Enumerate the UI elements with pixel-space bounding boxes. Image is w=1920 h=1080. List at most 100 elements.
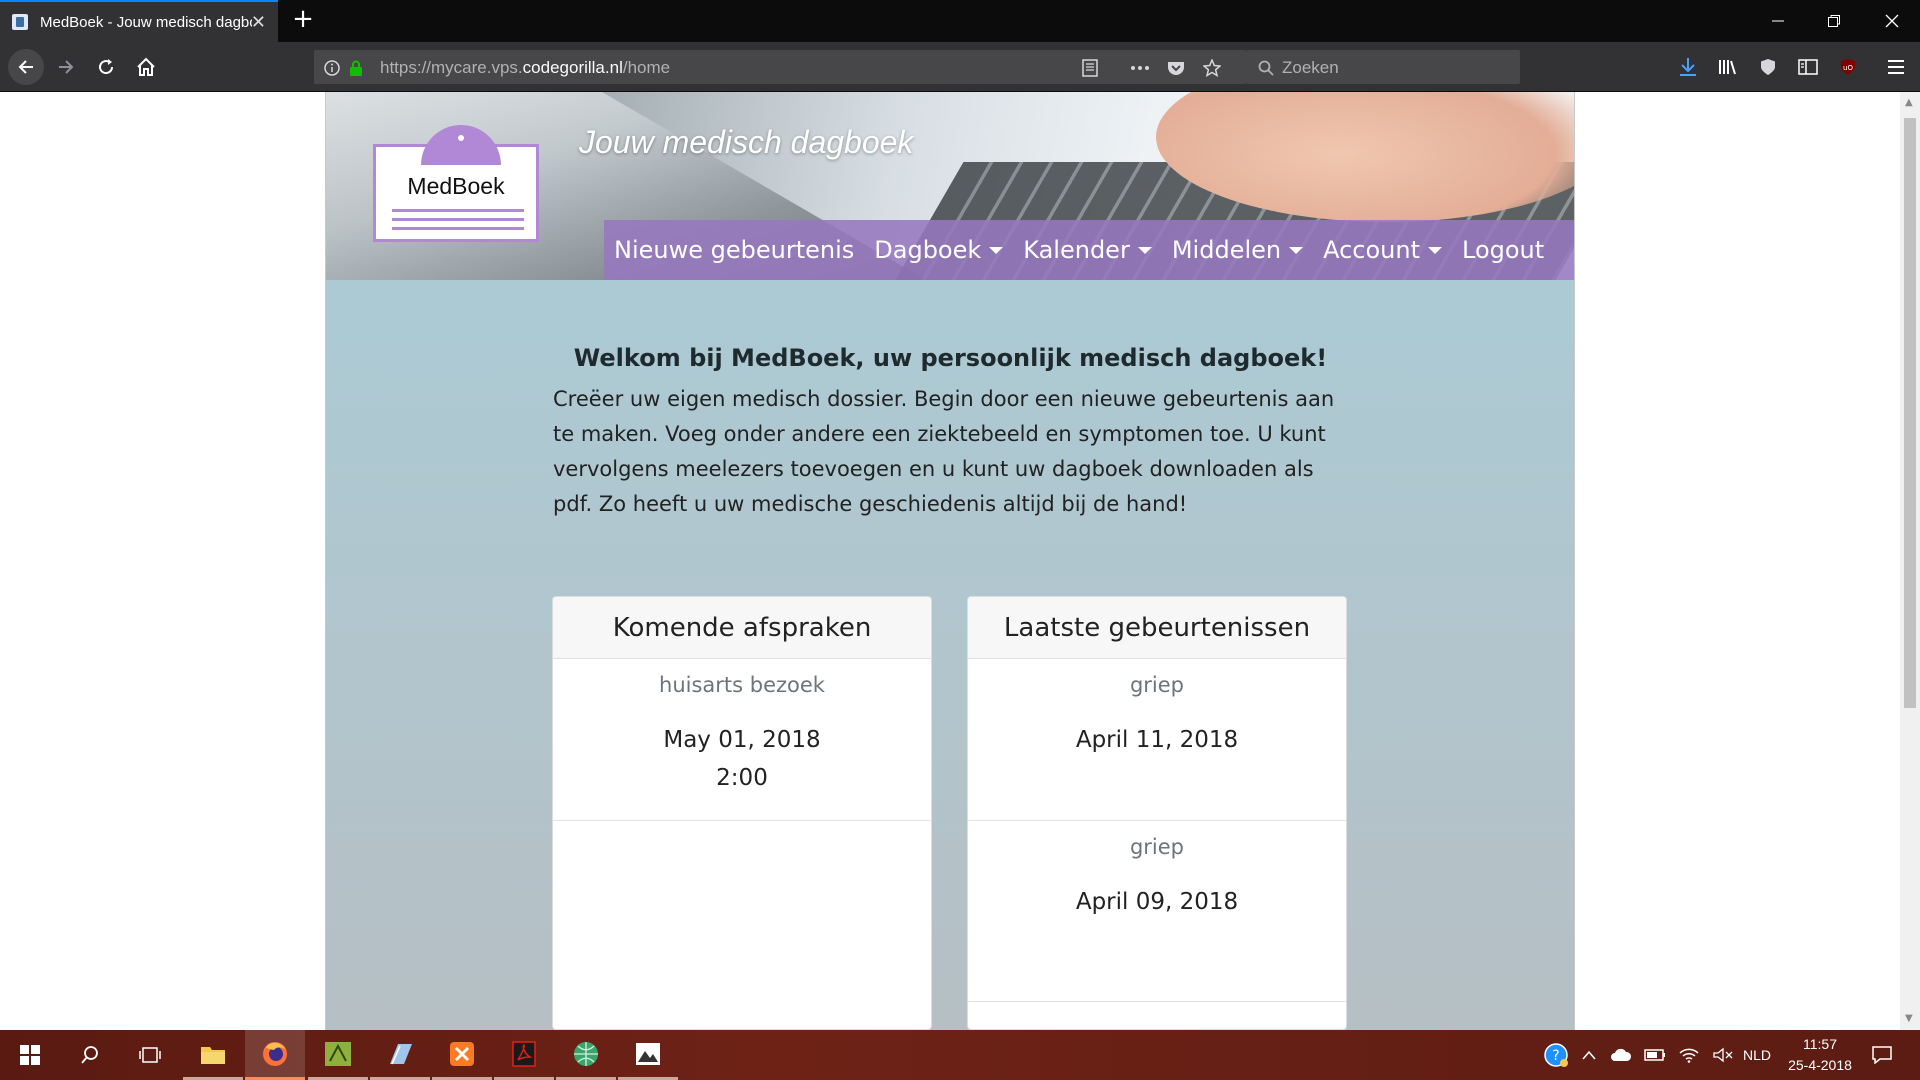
page-actions-icon[interactable]	[1130, 58, 1150, 78]
tab-medboek[interactable]: MedBoek - Jouw medisch dagboek ✕	[0, 0, 278, 42]
main-menu: Nieuwe gebeurtenis Dagboek Kalender Midd…	[604, 220, 1574, 280]
url-bar[interactable]: https://mycare.vps.codegorilla.nl/home	[314, 50, 1246, 84]
scroll-up-icon[interactable]: ▲	[1905, 98, 1915, 108]
favicon-icon	[12, 14, 28, 30]
search-input[interactable]: Zoeken	[1282, 58, 1339, 78]
url-text[interactable]: https://mycare.vps.codegorilla.nl/home	[380, 58, 670, 78]
appointment-item[interactable]: huisarts bezoek May 01, 2018 2:00	[553, 659, 931, 821]
volume-muted-icon	[1713, 1047, 1733, 1063]
medboek-logo[interactable]: MedBoek	[373, 125, 539, 242]
menu-middelen[interactable]: Middelen	[1162, 220, 1313, 280]
menu-hamburger-icon[interactable]	[1884, 55, 1908, 79]
show-hidden-icons-button[interactable]	[1574, 1030, 1604, 1080]
battery-button[interactable]	[1638, 1030, 1672, 1080]
photos-button[interactable]	[618, 1030, 678, 1080]
event-item[interactable]: griep April 09, 2018	[968, 821, 1346, 1002]
ublock-icon[interactable]: uO	[1836, 55, 1860, 79]
task-view-icon	[139, 1047, 161, 1063]
svg-text:uO: uO	[1843, 64, 1853, 72]
navigation-toolbar: https://mycare.vps.codegorilla.nl/home Z…	[0, 42, 1920, 92]
reload-button[interactable]	[90, 51, 122, 83]
photos-icon	[636, 1042, 660, 1065]
arrow-right-icon	[59, 60, 74, 74]
logo-line	[392, 218, 524, 221]
cloud-icon	[1611, 1048, 1632, 1061]
wifi-icon	[1679, 1048, 1699, 1063]
search-bar[interactable]: Zoeken	[1246, 50, 1520, 84]
firefox-button[interactable]	[245, 1030, 305, 1080]
scrollbar-thumb[interactable]	[1904, 118, 1916, 708]
app-globe-button[interactable]	[556, 1030, 616, 1080]
app-blue-icon	[390, 1043, 412, 1064]
menu-nieuwe-gebeurtenis[interactable]: Nieuwe gebeurtenis	[604, 220, 864, 280]
caret-down-icon	[1289, 246, 1304, 254]
logo-text: MedBoek	[407, 173, 505, 199]
acrobat-icon	[512, 1040, 536, 1067]
menu-dagboek[interactable]: Dagboek	[864, 220, 1013, 280]
menu-account[interactable]: Account	[1313, 220, 1452, 280]
file-explorer-button[interactable]	[183, 1030, 243, 1080]
search-taskbar-button[interactable]	[60, 1030, 120, 1080]
windows-logo-icon	[20, 1045, 40, 1065]
folder-icon	[201, 1046, 225, 1064]
appointments-card: Komende afspraken huisarts bezoek May 01…	[552, 596, 932, 1030]
onedrive-button[interactable]	[1604, 1030, 1638, 1080]
back-button[interactable]	[8, 49, 44, 85]
notification-icon	[1872, 1046, 1892, 1064]
tab-title: MedBoek - Jouw medisch dagboek	[40, 13, 252, 31]
appointment-title: huisarts bezoek	[659, 673, 825, 697]
task-view-button[interactable]	[120, 1030, 180, 1080]
lock-icon[interactable]	[346, 58, 366, 78]
start-button[interactable]	[0, 1030, 60, 1080]
svg-text:?: ?	[1552, 1048, 1559, 1064]
logo-line	[392, 227, 524, 230]
caret-down-icon	[989, 246, 1004, 254]
site-container: MedBoek Jouw medisch dagboek Nieuwe gebe…	[325, 92, 1575, 1030]
tab-strip: MedBoek - Jouw medisch dagboek ✕ +	[0, 0, 1920, 42]
events-card: Laatste gebeurtenissen griep April 11, 2…	[967, 596, 1347, 1030]
arrow-left-icon	[18, 60, 33, 74]
pocket-icon[interactable]	[1166, 58, 1186, 78]
caret-down-icon	[1137, 246, 1152, 254]
bookmark-star-icon[interactable]	[1202, 58, 1222, 78]
site-tagline: Jouw medisch dagboek	[579, 124, 914, 160]
forward-button[interactable]	[50, 51, 82, 83]
app-blue-button[interactable]	[370, 1030, 430, 1080]
minimize-button[interactable]	[1750, 0, 1806, 42]
sidebar-icon[interactable]	[1796, 55, 1820, 79]
downloads-icon[interactable]	[1676, 55, 1700, 79]
menu-kalender[interactable]: Kalender	[1013, 220, 1162, 280]
restore-button[interactable]	[1806, 0, 1862, 42]
scroll-down-icon[interactable]: ▼	[1905, 1014, 1915, 1024]
event-item[interactable]: griep April 11, 2018	[968, 659, 1346, 821]
xampp-button[interactable]	[432, 1030, 492, 1080]
card-title: Komende afspraken	[553, 597, 931, 659]
caret-down-icon	[1428, 246, 1442, 254]
battery-icon	[1644, 1049, 1665, 1061]
event-title: griep	[1129, 673, 1185, 697]
page-scrollbar[interactable]: ▲ ▼	[1900, 92, 1920, 1030]
shield-icon[interactable]	[1756, 55, 1780, 79]
home-icon	[137, 57, 155, 76]
search-icon	[81, 1046, 98, 1064]
windows-taskbar: ? NLD 11:57 25-4-2018	[0, 1030, 1920, 1080]
appointment-date: May 01, 2018	[663, 727, 821, 753]
xampp-icon	[450, 1041, 474, 1066]
close-window-button[interactable]	[1864, 0, 1920, 42]
menu-logout[interactable]: Logout	[1452, 220, 1554, 280]
app-green-button[interactable]	[308, 1030, 368, 1080]
action-center-button[interactable]	[1852, 1030, 1912, 1080]
search-icon	[1256, 58, 1276, 78]
event-date: April 11, 2018	[1075, 727, 1239, 753]
reader-view-icon[interactable]	[1080, 58, 1100, 78]
globe-icon	[574, 1041, 598, 1066]
acrobat-button[interactable]	[494, 1030, 554, 1080]
library-icon[interactable]	[1716, 55, 1740, 79]
home-button[interactable]	[130, 51, 162, 83]
new-tab-button[interactable]: +	[288, 5, 318, 35]
info-icon[interactable]	[322, 58, 342, 78]
close-tab-icon[interactable]: ✕	[251, 12, 266, 33]
site-header: MedBoek Jouw medisch dagboek Nieuwe gebe…	[326, 92, 1574, 280]
wifi-button[interactable]	[1672, 1030, 1706, 1080]
page-viewport: MedBoek Jouw medisch dagboek Nieuwe gebe…	[0, 92, 1900, 1030]
